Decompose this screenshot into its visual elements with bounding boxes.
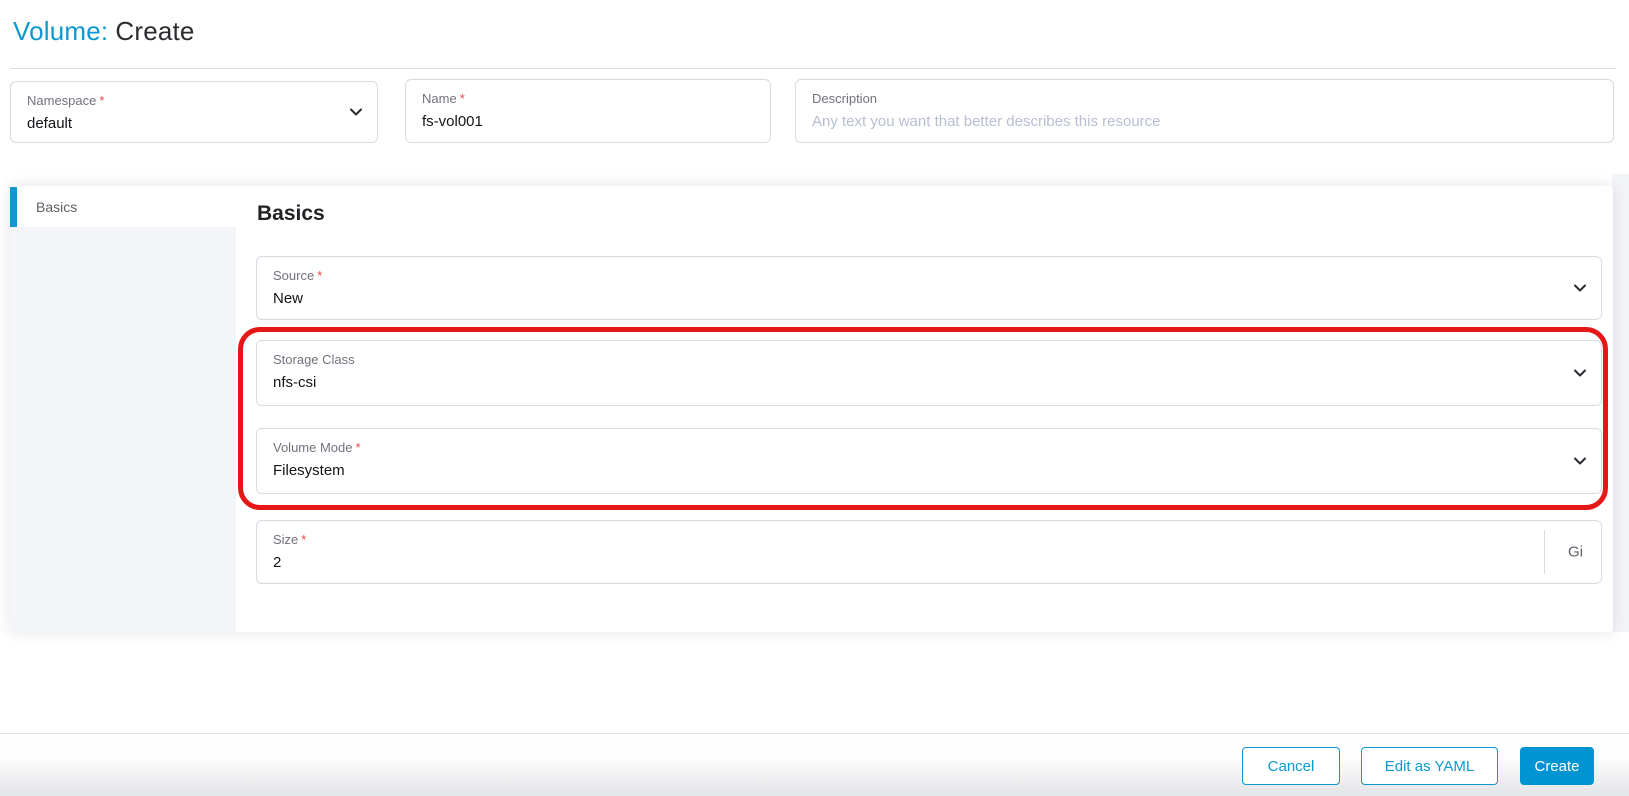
required-marker: *	[301, 532, 307, 547]
chevron-down-icon[interactable]	[1572, 453, 1588, 469]
source-label: Source *	[273, 268, 323, 283]
name-label: Name *	[422, 91, 465, 106]
description-field[interactable]: Description	[795, 79, 1614, 143]
page-title-action: Create	[115, 16, 195, 46]
form-card: Basics Basics Source * New Storage Class …	[10, 186, 1613, 632]
name-field[interactable]: Name *	[405, 79, 771, 143]
unit-divider	[1544, 530, 1545, 574]
required-marker: *	[355, 440, 361, 455]
volume-mode-select[interactable]: Volume Mode * Filesystem	[256, 428, 1602, 494]
section-heading: Basics	[257, 202, 325, 225]
sidebar-tab-basics[interactable]: Basics	[10, 187, 236, 227]
sidebar-tab-label: Basics	[36, 199, 78, 215]
chevron-down-icon[interactable]	[348, 104, 364, 120]
size-label: Size *	[273, 532, 307, 547]
required-marker: *	[317, 268, 323, 283]
name-input[interactable]	[422, 112, 728, 131]
page-title-resource: Volume:	[13, 16, 109, 46]
namespace-value: default	[27, 115, 73, 132]
page-background-strip	[1612, 174, 1629, 632]
header-divider	[10, 68, 1616, 69]
description-label: Description	[812, 91, 878, 106]
storage-class-value: nfs-csi	[273, 374, 317, 391]
size-input[interactable]	[273, 553, 1481, 572]
required-marker: *	[459, 91, 465, 106]
edit-as-yaml-button[interactable]: Edit as YAML	[1361, 747, 1498, 785]
size-field[interactable]: Size* Gi	[256, 520, 1602, 584]
namespace-label: Namespace *	[27, 93, 105, 108]
volume-mode-label: Volume Mode *	[273, 440, 361, 455]
volume-mode-value: Filesystem	[273, 462, 345, 479]
description-input[interactable]	[812, 112, 1535, 131]
storage-class-label: Storage Class	[273, 352, 355, 367]
chevron-down-icon[interactable]	[1572, 365, 1588, 381]
source-value: New	[273, 290, 304, 307]
size-unit-label: Gi	[1568, 543, 1583, 561]
sidebar-panel	[10, 227, 236, 632]
source-select[interactable]: Source * New	[256, 256, 1602, 320]
volume-create-page: Volume:Create Namespace* default Name* D…	[0, 0, 1629, 796]
cancel-button[interactable]: Cancel	[1242, 747, 1340, 785]
chevron-down-icon[interactable]	[1572, 280, 1588, 296]
required-marker: *	[99, 93, 105, 108]
storage-class-select[interactable]: Storage Class nfs-csi	[256, 340, 1602, 406]
create-button[interactable]: Create	[1520, 747, 1594, 785]
page-title: Volume: Create	[13, 16, 195, 47]
namespace-select[interactable]: Namespace * default	[10, 81, 378, 143]
footer-bar: Cancel Edit as YAML Create	[0, 733, 1629, 796]
